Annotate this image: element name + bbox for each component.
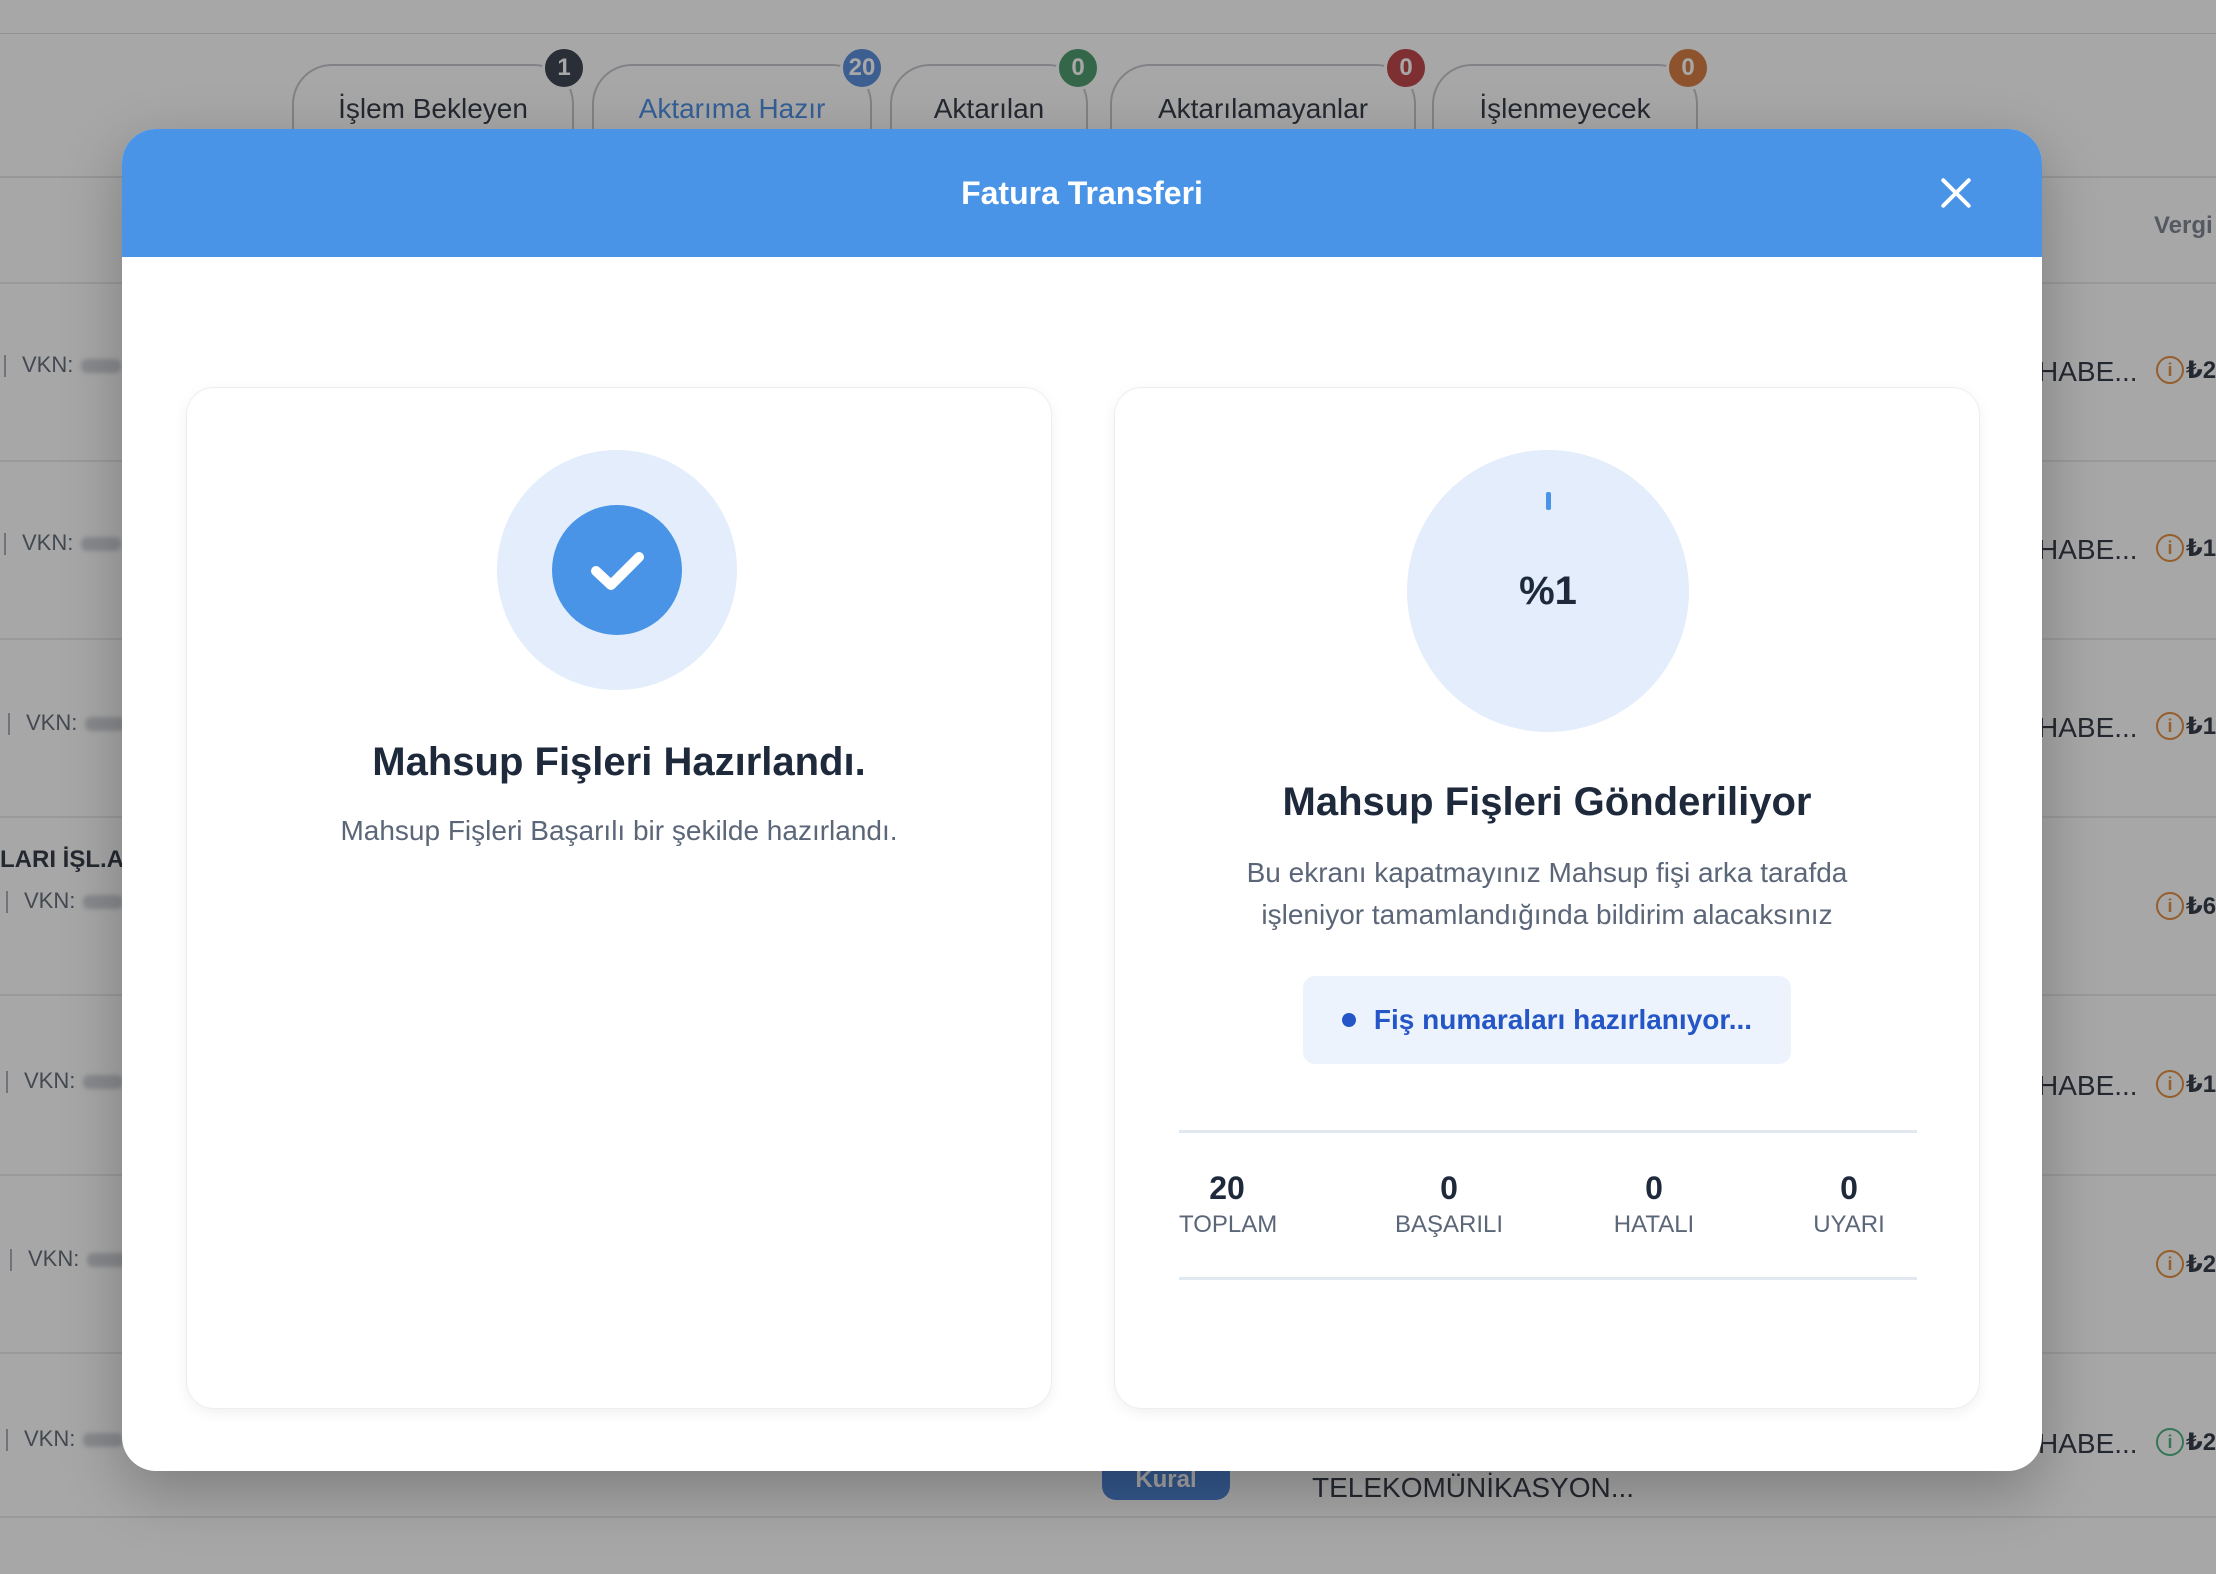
prepared-description: Mahsup Fişleri Başarılı bir şekilde hazı… (340, 815, 898, 846)
status-text: Fiş numaraları hazırlanıyor... (1373, 1004, 1753, 1035)
status-dot-icon (1341, 1013, 1356, 1027)
progress-percentage: %1 (1519, 568, 1577, 613)
modal-title: Fatura Transferi (961, 174, 1203, 211)
stat-value: 0 (1440, 1170, 1458, 1206)
prepared-card: Mahsup Fişleri Hazırlandı. Mahsup Fişler… (186, 387, 1052, 1409)
sending-description-line1: Bu ekranı kapatmayınız Mahsup fişi arka … (1246, 857, 1848, 888)
fatura-transfer-modal: Fatura Transferi Mahsup Fişleri Hazırlan… (122, 129, 2042, 1471)
check-icon (552, 505, 682, 635)
stat-value: 20 (1209, 1170, 1245, 1206)
stat-value: 0 (1840, 1170, 1858, 1206)
stat-value: 0 (1645, 1170, 1663, 1206)
stat-label: UYARI (1813, 1211, 1885, 1238)
progress-circle: %1 (1407, 450, 1689, 732)
sending-description-line2: işleniyor tamamlandığında bildirim alaca… (1261, 899, 1833, 930)
stat-hatali: 0 HATALI (1609, 1169, 1699, 1243)
stat-basarili: 0 BAŞARILI (1395, 1169, 1503, 1243)
stats-row: 20 TOPLAM 0 BAŞARILI 0 HATALI 0 UYARI (1179, 1130, 1917, 1280)
success-icon-circle (497, 450, 737, 690)
stat-label: TOPLAM (1179, 1211, 1278, 1238)
sending-card: %1 Mahsup Fişleri Gönderiliyor Bu ekranı… (1114, 387, 1980, 1409)
stat-toplam: 20 TOPLAM (1179, 1169, 1278, 1243)
stat-uyari: 0 UYARI (1809, 1169, 1889, 1243)
close-icon[interactable] (1938, 175, 1974, 211)
modal-header: Fatura Transferi (122, 129, 2042, 257)
sending-title: Mahsup Fişleri Gönderiliyor (1282, 780, 1812, 824)
stat-label: BAŞARILI (1395, 1211, 1504, 1238)
status-message: Fiş numaraları hazırlanıyor... (1303, 976, 1791, 1064)
prepared-title: Mahsup Fişleri Hazırlandı. (372, 740, 866, 784)
stat-label: HATALI (1613, 1211, 1695, 1238)
sending-description: Bu ekranı kapatmayınız Mahsup fişi arka … (1115, 852, 1979, 936)
